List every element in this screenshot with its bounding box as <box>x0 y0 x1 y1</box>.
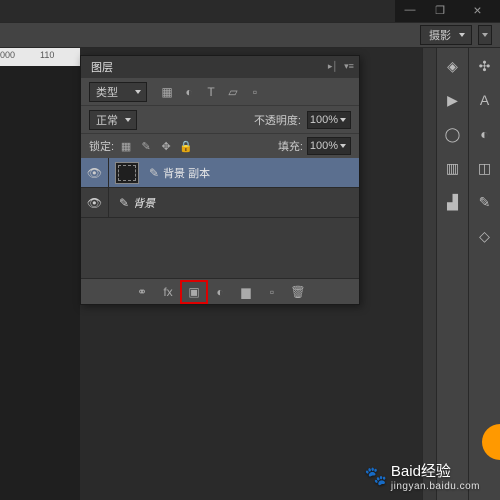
circle-dock-icon[interactable]: ◯ <box>441 122 465 146</box>
filter-pixel-icon[interactable]: ▦ <box>157 83 177 101</box>
workspace-dropdown-icon[interactable] <box>478 25 492 45</box>
dock2-b-icon[interactable]: A <box>473 88 497 112</box>
layer-item[interactable]: 👁 ✎ 背景 副本 <box>81 158 359 188</box>
panel-tab-layers[interactable]: 图层 ▸│ ▾≡ <box>81 56 359 78</box>
add-mask-icon[interactable]: ▣ <box>181 281 207 303</box>
filter-kind-select[interactable]: 类型 <box>89 82 147 102</box>
workspace-select[interactable]: 摄影 <box>420 25 472 45</box>
blend-mode-select[interactable]: 正常 <box>89 110 137 130</box>
watermark: 🐾 Baid经验 jingyan.baidu.com <box>364 460 480 492</box>
dock-column-1: ◈ ▶ ◯ ▥ ▟ <box>436 48 468 500</box>
dock2-c-icon[interactable]: ◐ <box>473 122 497 146</box>
dock2-f-icon[interactable]: ◇ <box>473 224 497 248</box>
ruler-horizontal: 000 110 <box>0 48 80 66</box>
link-layers-icon[interactable]: ⚭ <box>129 281 155 303</box>
filter-adjust-icon[interactable]: ◐ <box>179 83 199 101</box>
lock-transparent-icon[interactable]: ▦ <box>118 138 134 154</box>
panel-title: 图层 <box>91 59 113 75</box>
lock-label: 锁定: <box>89 138 114 154</box>
box-dock-icon[interactable]: ▥ <box>441 156 465 180</box>
fill-label: 填充: <box>278 138 303 154</box>
paw-icon: 🐾 <box>364 466 386 487</box>
close-button[interactable]: × <box>455 0 500 20</box>
lock-pixels-icon[interactable]: ✎ <box>138 138 154 154</box>
adjustment-layer-icon[interactable]: ◐ <box>207 281 233 303</box>
filter-shape-icon[interactable]: ▱ <box>223 83 243 101</box>
brush-icon: ✎ <box>119 196 129 210</box>
play-dock-icon[interactable]: ▶ <box>441 88 465 112</box>
brush-icon: ✎ <box>149 166 159 180</box>
opacity-value[interactable]: 100% <box>307 111 351 129</box>
layer-thumbnail[interactable] <box>115 162 139 184</box>
watermark-url: jingyan.baidu.com <box>391 481 480 492</box>
stamp-dock-icon[interactable]: ▟ <box>441 190 465 214</box>
ruler-mark: 000 <box>0 50 15 60</box>
visibility-icon[interactable]: 👁 <box>81 188 109 218</box>
ruler-mark: 110 <box>40 50 54 60</box>
watermark-brand: Baid <box>391 463 421 480</box>
filter-type-icon[interactable]: T <box>201 83 221 101</box>
visibility-icon[interactable]: 👁 <box>81 158 109 188</box>
panel-menu-icon[interactable]: ▾≡ <box>343 60 355 72</box>
layer-list: 👁 ✎ 背景 副本 👁 ✎ 背景 <box>81 158 359 278</box>
fill-value[interactable]: 100% <box>307 137 351 155</box>
layer-item[interactable]: 👁 ✎ 背景 <box>81 188 359 218</box>
dock2-a-icon[interactable]: ✣ <box>473 54 497 78</box>
restore-button[interactable]: ❐ <box>425 0 455 20</box>
layer-list-empty <box>81 218 359 278</box>
delete-layer-icon[interactable]: 🗑 <box>285 281 311 303</box>
layer-name[interactable]: 背景 副本 <box>163 165 210 181</box>
lock-position-icon[interactable]: ✥ <box>158 138 174 154</box>
new-layer-icon[interactable]: ▫ <box>259 281 285 303</box>
collapse-icon[interactable]: ▸│ <box>327 60 339 72</box>
layer-name[interactable]: 背景 <box>133 195 155 211</box>
filter-smart-icon[interactable]: ▫ <box>245 83 265 101</box>
canvas-area[interactable] <box>0 66 80 500</box>
new-group-icon[interactable]: ▆ <box>233 281 259 303</box>
lock-all-icon[interactable]: 🔒 <box>178 138 194 154</box>
layers-panel: 图层 ▸│ ▾≡ 类型 ▦ ◐ T ▱ ▫ 正常 不透明度: 100% 锁定: … <box>80 55 360 305</box>
opacity-label: 不透明度: <box>254 112 301 128</box>
dock2-e-icon[interactable]: ✎ <box>473 190 497 214</box>
scrollbar-vertical[interactable] <box>422 48 436 500</box>
layers-dock-icon[interactable]: ◈ <box>441 54 465 78</box>
watermark-sub: 经验 <box>421 463 451 480</box>
layer-fx-icon[interactable]: fx <box>155 281 181 303</box>
minimize-button[interactable]: — <box>395 0 425 20</box>
dock2-d-icon[interactable]: ◫ <box>473 156 497 180</box>
